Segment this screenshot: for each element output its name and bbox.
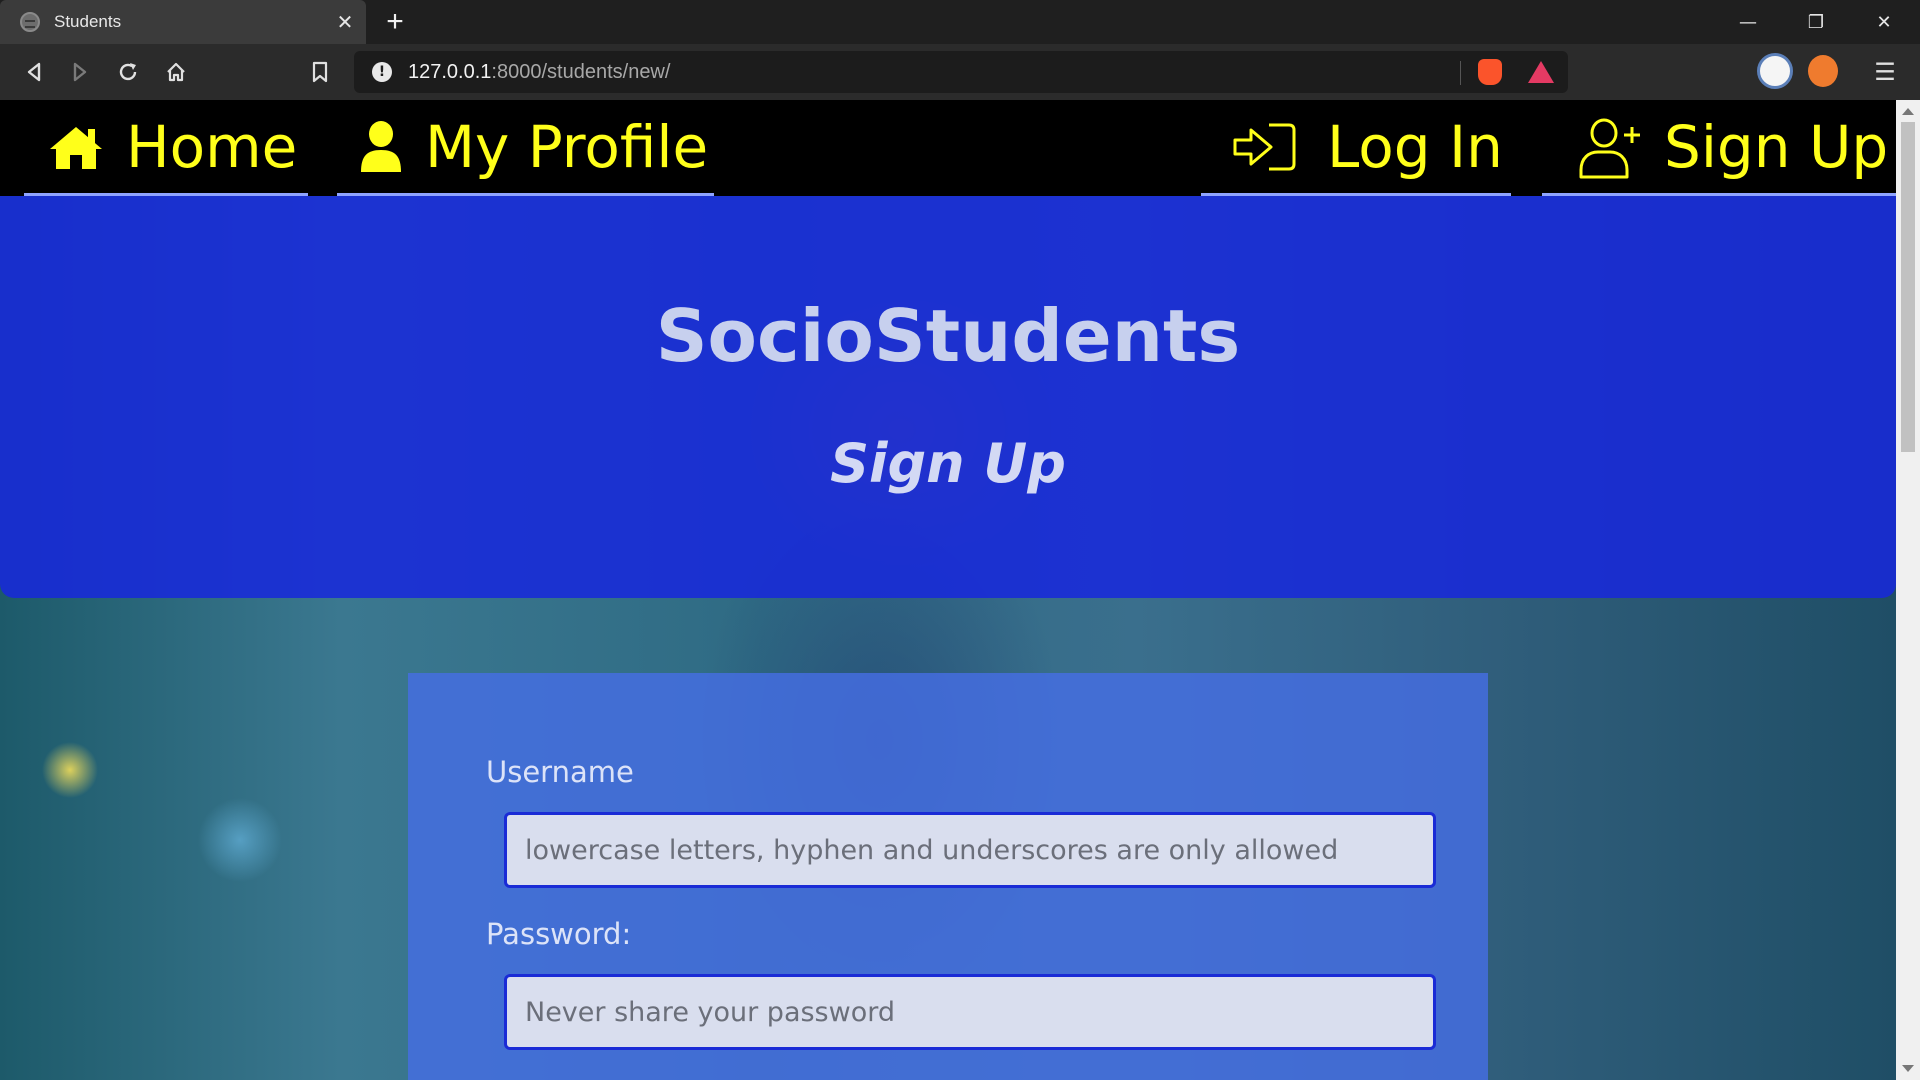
duckduckgo-extension-icon[interactable] — [1808, 55, 1838, 87]
bookmark-icon — [312, 61, 328, 83]
scroll-down-arrow-icon[interactable] — [1902, 1065, 1914, 1072]
close-tab-icon[interactable]: ✕ — [334, 11, 356, 33]
page-subtitle: Sign Up — [830, 432, 1066, 495]
bookmark-button[interactable] — [302, 54, 338, 90]
username-label: Username — [486, 755, 634, 789]
back-button[interactable] — [16, 54, 52, 90]
globe-icon — [20, 12, 40, 32]
address-divider — [1460, 61, 1461, 85]
nav-login-label: Log In — [1327, 112, 1503, 181]
scroll-up-arrow-icon[interactable] — [1902, 108, 1914, 115]
reload-icon — [119, 63, 137, 81]
password-input[interactable] — [504, 974, 1436, 1050]
nav-home-link[interactable]: Home — [24, 100, 308, 196]
reload-button[interactable] — [110, 54, 146, 90]
minimize-button[interactable]: — — [1714, 0, 1782, 44]
home-icon — [50, 126, 102, 169]
brave-shields-icon[interactable] — [1478, 59, 1502, 85]
site-navbar: Home My Profile Log In Sign Up — [0, 100, 1896, 196]
user-icon — [361, 120, 401, 172]
sign-in-icon — [1233, 123, 1296, 170]
page-viewport: Home My Profile Log In Sign Up SocioStud… — [0, 100, 1896, 1080]
hero-banner: SocioStudents Sign Up — [0, 196, 1896, 598]
browser-tab[interactable]: Students ✕ — [0, 0, 366, 44]
site-info-icon[interactable]: ! — [372, 62, 392, 82]
page-scrollbar[interactable] — [1896, 100, 1920, 1080]
scrollbar-thumb[interactable] — [1901, 122, 1915, 452]
brave-rewards-icon[interactable] — [1528, 61, 1554, 83]
forward-button[interactable] — [62, 54, 98, 90]
nav-login-link[interactable]: Log In — [1201, 100, 1511, 196]
site-title: SocioStudents — [655, 294, 1241, 378]
home-outline-icon — [167, 62, 185, 82]
nav-home-label: Home — [126, 112, 298, 181]
home-button[interactable] — [158, 54, 194, 90]
username-input[interactable] — [504, 812, 1436, 888]
forward-icon — [73, 62, 87, 82]
browser-toolbar: ! 127.0.0.1:8000/students/new/ ☰ — [0, 44, 1920, 100]
address-bar[interactable]: ! 127.0.0.1:8000/students/new/ — [354, 51, 1568, 93]
browser-menu-button[interactable]: ☰ — [1870, 58, 1900, 86]
tab-title: Students — [54, 12, 122, 31]
url-text[interactable]: 127.0.0.1:8000/students/new/ — [408, 61, 670, 84]
nav-signup-link[interactable]: Sign Up — [1542, 100, 1896, 196]
close-window-button[interactable]: ✕ — [1850, 0, 1918, 44]
password-label: Password: — [486, 917, 632, 951]
user-plus-icon — [1579, 118, 1640, 178]
back-icon — [27, 62, 41, 82]
new-tab-button[interactable]: + — [380, 7, 410, 37]
signup-form: Username Password: — [408, 673, 1488, 1080]
nav-profile-link[interactable]: My Profile — [337, 100, 714, 196]
nav-signup-label: Sign Up — [1664, 112, 1889, 181]
extension-icon[interactable] — [1757, 53, 1793, 89]
nav-profile-label: My Profile — [425, 112, 709, 181]
restore-button[interactable]: ❐ — [1782, 0, 1850, 44]
browser-tabstrip: Students ✕ + — ❐ ✕ — [0, 0, 1920, 44]
